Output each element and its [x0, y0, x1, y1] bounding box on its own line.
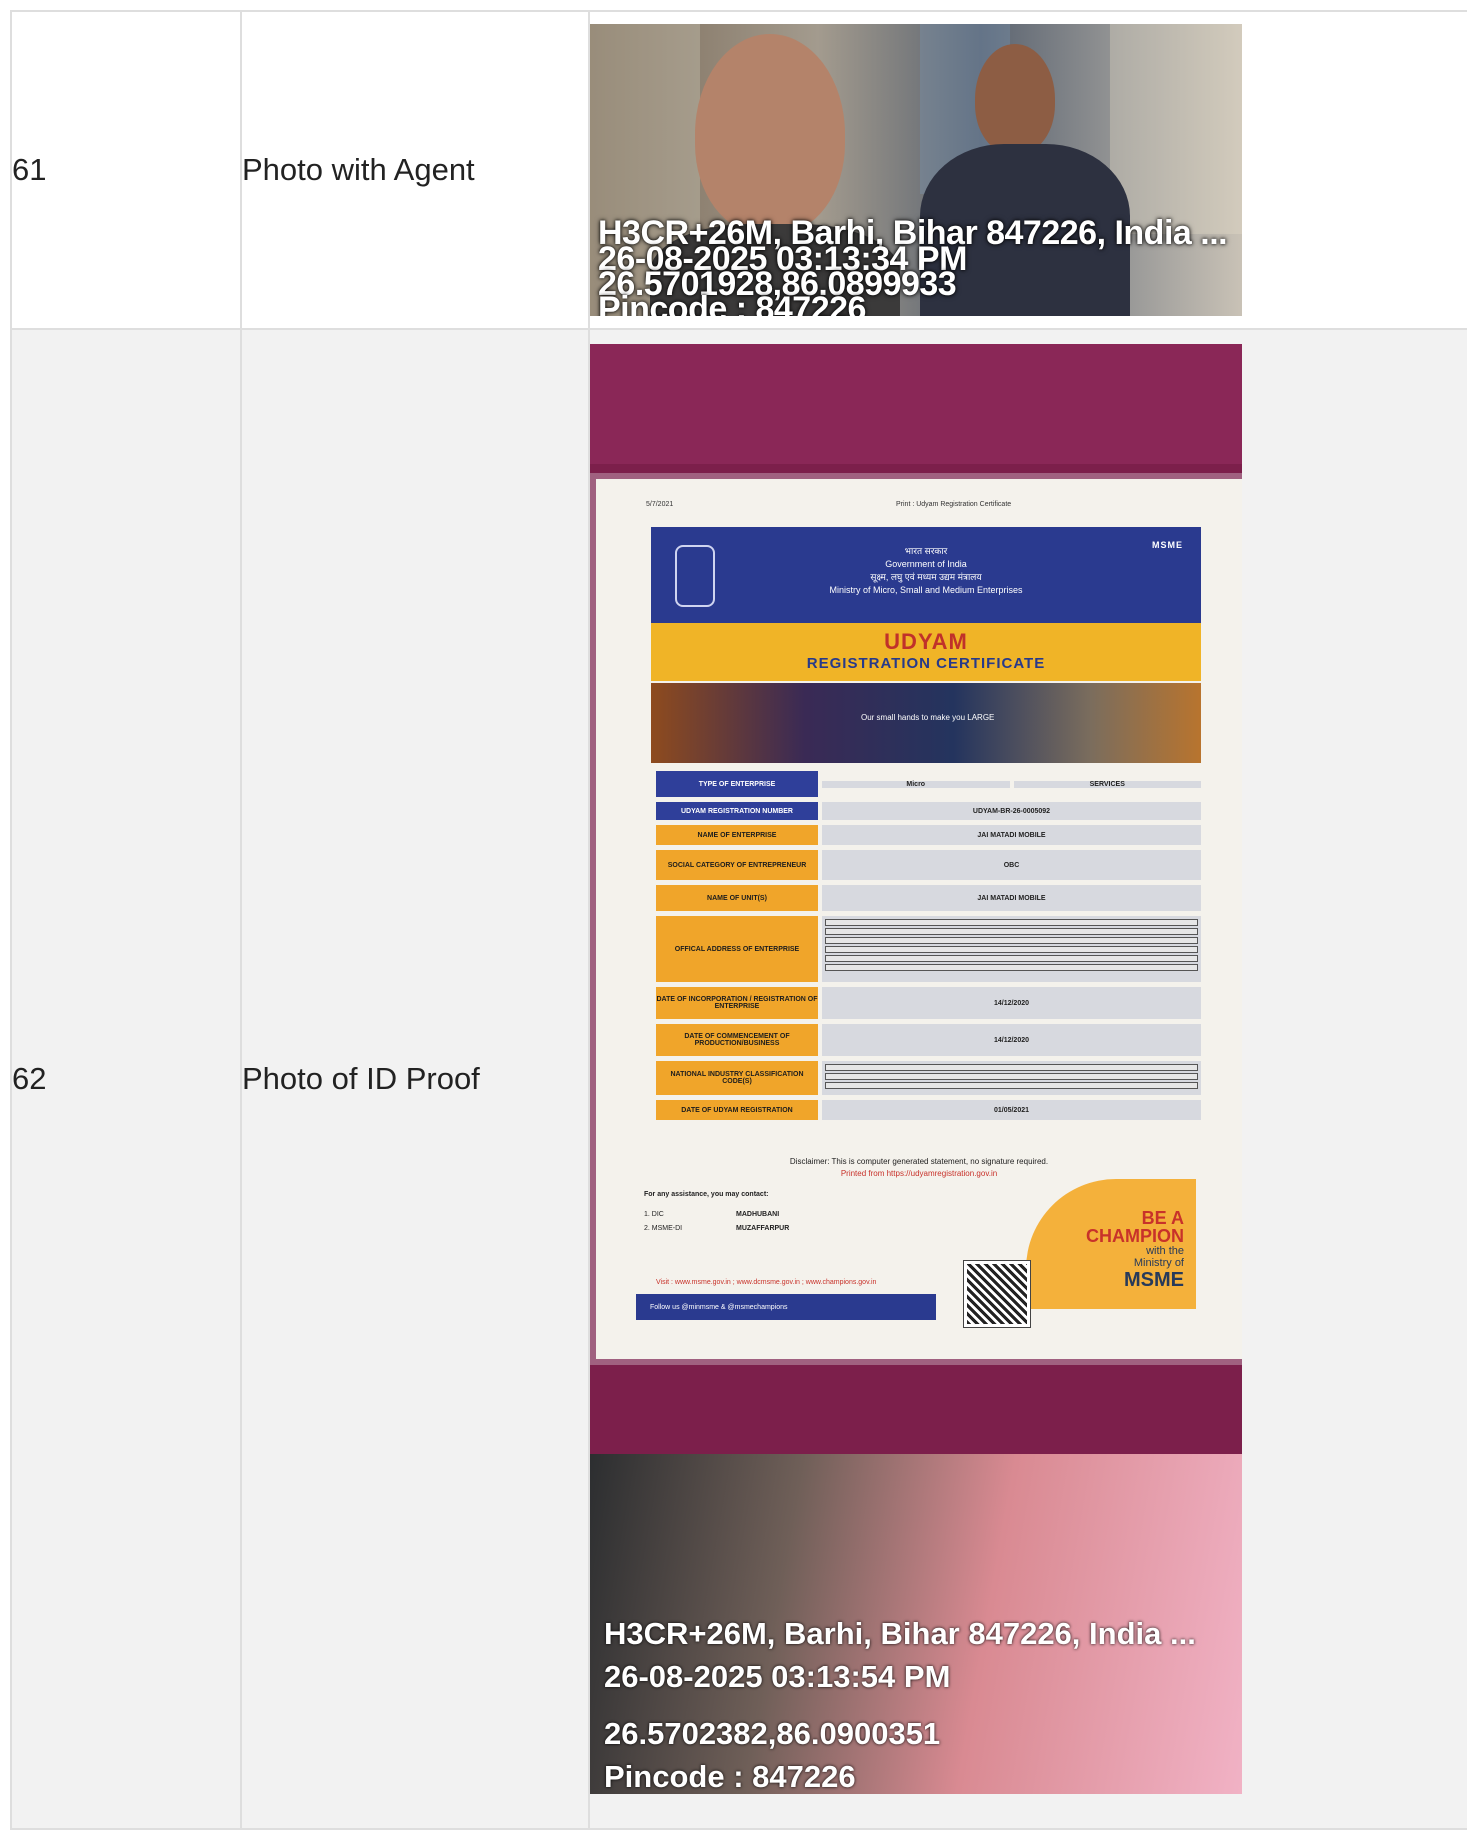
- cert-field-value: 01/05/2021: [822, 1100, 1201, 1120]
- cert-printed-from: Printed from https://udyamregistration.g…: [840, 1169, 998, 1178]
- cert-field: NAME OF UNIT(S) JAI MATADI MOBILE: [656, 885, 1201, 911]
- table-row: 62 Photo of ID Proof 5/7/2021 Print : Ud…: [10, 328, 1467, 1830]
- contact-value: MUZAFFARPUR: [736, 1225, 790, 1232]
- photo-lower-area: H3CR+26M, Barhi, Bihar 847226, India ...…: [590, 1454, 1242, 1794]
- cert-banner-image: Our small hands to make you LARGE: [651, 683, 1201, 763]
- cert-field-key: DATE OF UDYAM REGISTRATION: [656, 1100, 818, 1120]
- cert-field-key: TYPE OF ENTERPRISE: [656, 771, 818, 797]
- cert-follow-bar: Follow us @minmsme & @msmechampions: [636, 1294, 936, 1320]
- photo-stamp-coordinates: 26.5702382,86.0900351: [604, 1716, 941, 1751]
- photo-cell: H3CR+26M, Barhi, Bihar 847226, India ...…: [588, 10, 1467, 330]
- cert-field-key: NAME OF UNIT(S): [656, 885, 818, 911]
- cert-field: SOCIAL CATEGORY OF ENTREPRENEUR OBC: [656, 850, 1201, 880]
- photo-cell: 5/7/2021 Print : Udyam Registration Cert…: [588, 328, 1467, 1830]
- cert-field: OFFICAL ADDRESS OF ENTERPRISE: [656, 916, 1201, 982]
- champion-text: CHAMPION: [1086, 1226, 1184, 1246]
- cert-disclaimer: Disclaimer: This is computer generated s…: [789, 1157, 1049, 1166]
- cert-contact: 1. DIC MADHUBANI: [644, 1211, 779, 1218]
- row-number: 61: [10, 10, 242, 330]
- cert-field: TYPE OF ENTERPRISE Micro SERVICES: [656, 771, 1201, 797]
- cert-subtitle: REGISTRATION CERTIFICATE: [806, 655, 1046, 672]
- champion-text: MSME: [1124, 1269, 1184, 1291]
- cert-field-value: JAI MATADI MOBILE: [822, 885, 1201, 911]
- contact-value: MADHUBANI: [736, 1211, 780, 1218]
- address-table: [822, 916, 1201, 982]
- emblem-icon: [675, 545, 715, 607]
- cert-field-key: DATE OF COMMENCEMENT OF PRODUCTION/BUSIN…: [656, 1024, 818, 1056]
- cert-field-key: OFFICAL ADDRESS OF ENTERPRISE: [656, 916, 818, 982]
- champion-text: Ministry of: [1133, 1257, 1184, 1269]
- cert-print-title: Print : Udyam Registration Certificate: [896, 501, 1012, 508]
- cert-header: MSME भारत सरकार Government of India सूक्…: [651, 527, 1201, 623]
- msme-logo: MSME: [1152, 540, 1183, 550]
- cert-field: DATE OF UDYAM REGISTRATION 01/05/2021: [656, 1100, 1201, 1120]
- photo-stamp-pincode: Pincode : 847226: [604, 1759, 856, 1794]
- cert-field-value: Micro: [822, 780, 1010, 788]
- photo-stamp-datetime: 26-08-2025 03:13:54 PM: [604, 1659, 951, 1694]
- cert-field: DATE OF COMMENCEMENT OF PRODUCTION/BUSIN…: [656, 1024, 1201, 1056]
- cert-field: NAME OF ENTERPRISE JAI MATADI MOBILE: [656, 825, 1201, 845]
- cert-fields: TYPE OF ENTERPRISE Micro SERVICES UDYAM …: [656, 771, 1201, 1125]
- gov-english: Government of India: [885, 559, 967, 569]
- cert-field-key: NATIONAL INDUSTRY CLASSIFICATION CODE(S): [656, 1061, 818, 1095]
- photo-with-agent[interactable]: H3CR+26M, Barhi, Bihar 847226, India ...…: [590, 24, 1242, 316]
- cert-assistance: For any assistance, you may contact:: [644, 1191, 769, 1198]
- cert-field-value: SERVICES: [1013, 780, 1201, 788]
- cert-date: 5/7/2021: [646, 501, 674, 508]
- cert-field: NATIONAL INDUSTRY CLASSIFICATION CODE(S): [656, 1061, 1201, 1095]
- cert-field: DATE OF INCORPORATION / REGISTRATION OF …: [656, 987, 1201, 1019]
- banner-text: Our small hands to make you LARGE: [861, 713, 995, 722]
- cert-field-key: SOCIAL CATEGORY OF ENTREPRENEUR: [656, 850, 818, 880]
- row-label: Photo with Agent: [240, 10, 590, 330]
- cert-field: UDYAM REGISTRATION NUMBER UDYAM-BR-26-00…: [656, 802, 1201, 820]
- champion-badge: BE A CHAMPION with the Ministry of MSME: [1026, 1179, 1196, 1309]
- cert-field-value: OBC: [822, 850, 1201, 880]
- contact-label: 2. MSME-DI: [644, 1225, 683, 1232]
- qr-code-icon: [963, 1260, 1031, 1328]
- records-table: 61 Photo with Agent H3CR+26M, Barhi, Bih…: [10, 10, 1467, 1830]
- cert-field-key: DATE OF INCORPORATION / REGISTRATION OF …: [656, 987, 818, 1019]
- cert-title: UDYAM: [884, 629, 968, 654]
- agent-face: [975, 44, 1055, 154]
- cert-field-key: UDYAM REGISTRATION NUMBER: [656, 802, 818, 820]
- cert-field-value: JAI MATADI MOBILE: [822, 825, 1201, 845]
- champion-text: with the: [1146, 1245, 1184, 1257]
- row-number: 62: [10, 328, 242, 1830]
- row-label: Photo of ID Proof: [240, 328, 590, 1830]
- champion-text: BE A: [1141, 1208, 1184, 1228]
- ministry-english: Ministry of Micro, Small and Medium Ente…: [829, 585, 1023, 595]
- udyam-certificate: 5/7/2021 Print : Udyam Registration Cert…: [596, 479, 1242, 1359]
- ministry-hindi: सूक्ष्म, लघु एवं मध्यम उद्यम मंत्रालय: [870, 572, 982, 582]
- photo-of-id-proof[interactable]: 5/7/2021 Print : Udyam Registration Cert…: [590, 344, 1242, 1794]
- cert-field-value: 14/12/2020: [822, 987, 1201, 1019]
- photo-stamp-address: H3CR+26M, Barhi, Bihar 847226, India ...: [604, 1616, 1196, 1651]
- cert-field-value: UDYAM-BR-26-0005092: [822, 802, 1201, 820]
- photo-stamp-pincode: Pincode : 847226: [598, 290, 866, 316]
- contact-label: 1. DIC: [644, 1211, 664, 1218]
- cert-visit-links: Visit : www.msme.gov.in ; www.dcmsme.gov…: [656, 1279, 877, 1286]
- nic-table: [822, 1061, 1201, 1095]
- cert-title-band: UDYAM REGISTRATION CERTIFICATE: [651, 623, 1201, 681]
- cert-field-value: 14/12/2020: [822, 1024, 1201, 1056]
- cert-field-key: NAME OF ENTERPRISE: [656, 825, 818, 845]
- cert-contact: 2. MSME-DI MUZAFFARPUR: [644, 1225, 789, 1232]
- gov-hindi: भारत सरकार: [904, 546, 948, 556]
- person-face: [695, 34, 845, 234]
- table-row: 61 Photo with Agent H3CR+26M, Barhi, Bih…: [10, 10, 1467, 330]
